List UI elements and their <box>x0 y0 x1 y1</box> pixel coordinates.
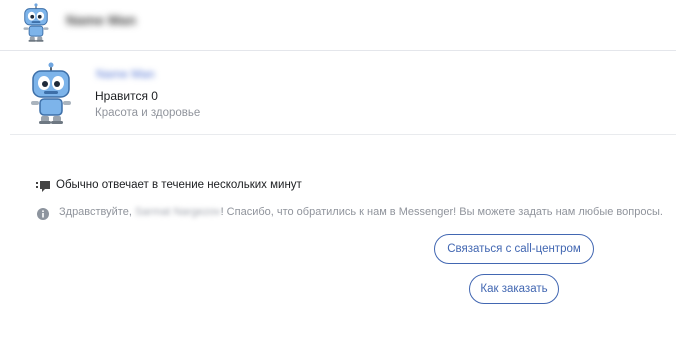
page-avatar[interactable] <box>20 3 52 43</box>
page-info-card: Name Man Нравится 0 Красота и здоровье <box>10 52 676 135</box>
top-bar: Name Man <box>0 0 676 51</box>
info-icon <box>37 207 49 220</box>
response-time-text: Обычно отвечает в течение нескольких мин… <box>56 179 302 191</box>
greeting-suffix: ! Спасибо, что обратились к нам в Messen… <box>220 206 663 218</box>
page-category: Красота и здоровье <box>95 107 201 119</box>
how-to-order-button[interactable]: Как заказать <box>469 274 559 304</box>
greeting-user-name: Sarmat Nargezov <box>134 206 221 218</box>
likes-count: Нравится 0 <box>95 89 158 103</box>
page-card-name[interactable]: Name Man <box>96 67 155 81</box>
greeting-prefix: Здравствуйте, <box>59 206 132 218</box>
robot-icon <box>23 3 49 42</box>
speech-bubble-icon <box>36 180 50 192</box>
greeting-text: Здравствуйте, Sarmat Nargezov! Спасибо, … <box>59 206 663 218</box>
header-page-name: Name Man <box>66 12 137 28</box>
robot-icon <box>31 62 71 124</box>
call-center-button[interactable]: Связаться с call-центром <box>434 234 594 264</box>
page-card-avatar[interactable] <box>26 62 76 126</box>
